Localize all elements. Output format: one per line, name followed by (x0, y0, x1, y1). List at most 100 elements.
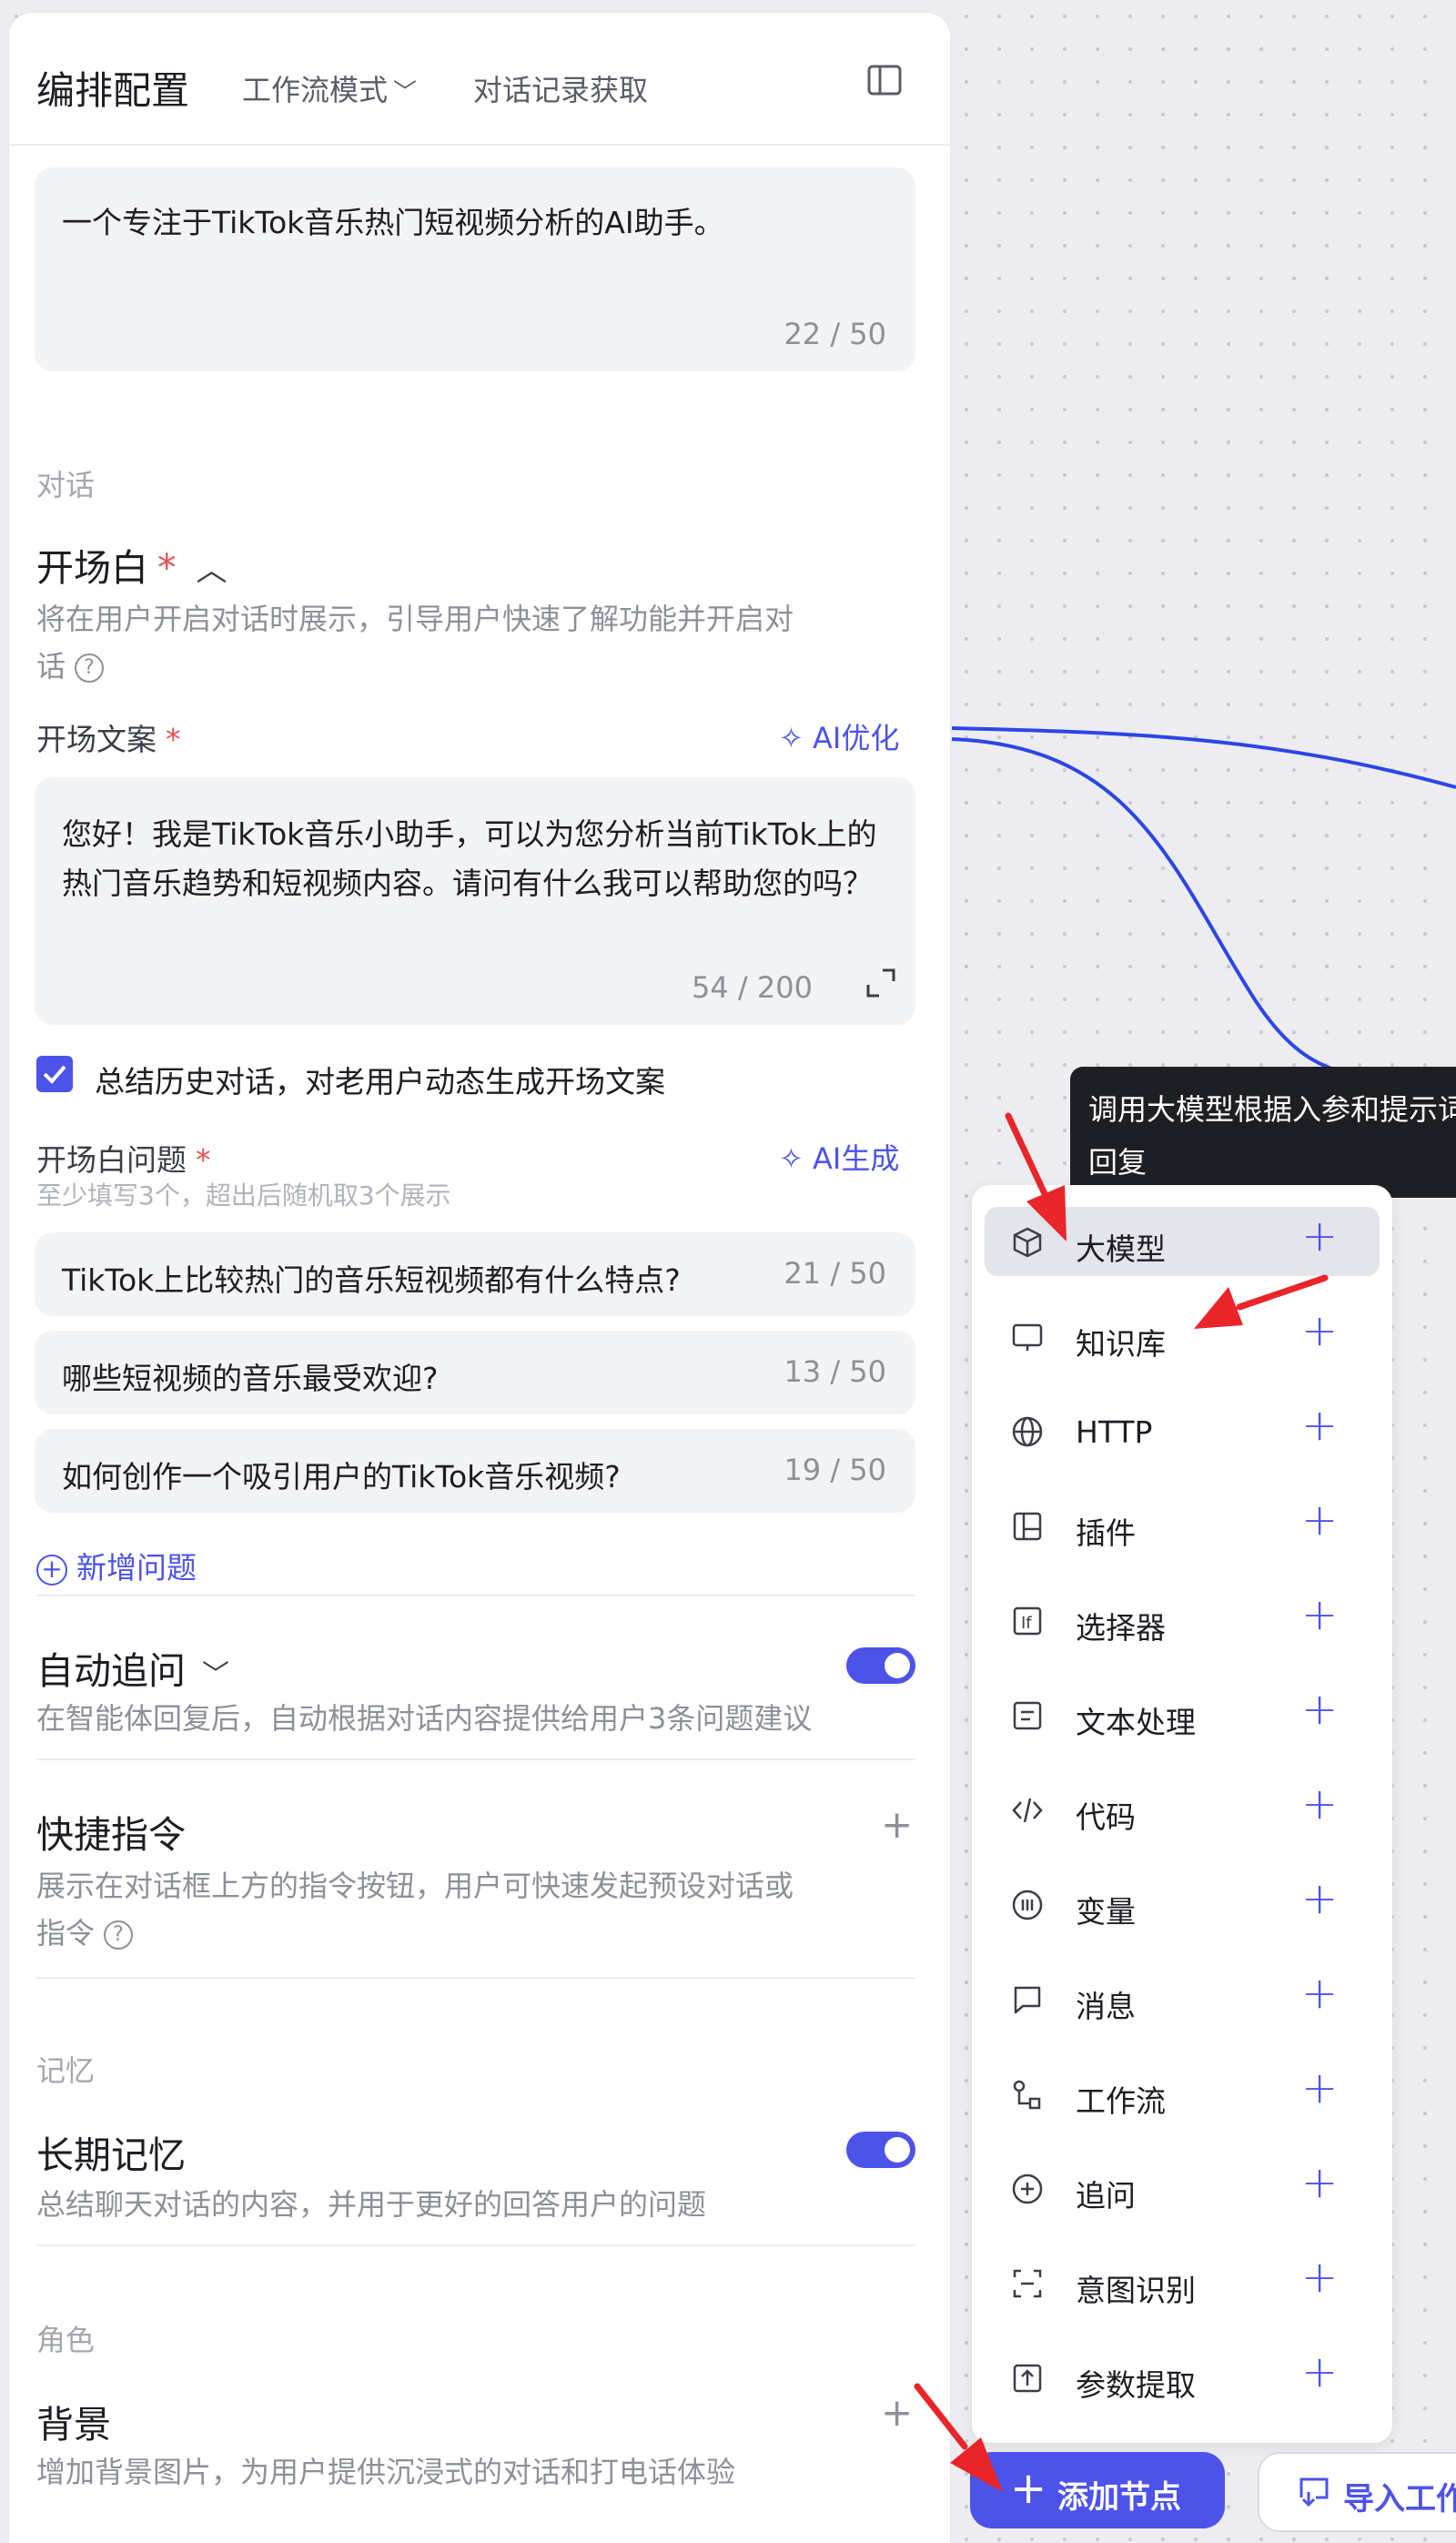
question-item[interactable]: 哪些短视频的音乐最受欢迎? 13 / 50 (35, 1331, 915, 1414)
node-item-plugin[interactable]: 插件 + (985, 1491, 1380, 1560)
auto-followup-title[interactable]: 自动追问 ﹀ (36, 1640, 229, 1695)
add-shortcut-icon[interactable]: + (881, 1802, 913, 1847)
node-item-llm[interactable]: 大模型 + (985, 1207, 1380, 1276)
node-item-label: 参数提取 (1076, 2367, 1196, 2403)
question-text: TikTok上比较热门的音乐短视频都有什么特点? (62, 1262, 681, 1298)
svg-text:If: If (1021, 1614, 1032, 1633)
add-question-label: 新增问题 (76, 1550, 197, 1586)
ai-generate-button[interactable]: ✧ AI生成 (779, 1136, 899, 1178)
workflow-mode-label: 工作流模式 (242, 73, 389, 107)
node-item-workflow[interactable]: 工作流 + (985, 2059, 1380, 2128)
shortcuts-desc-line1: 展示在对话框上方的指令按钮，用户可快速发起预设对话或 (36, 1869, 794, 1903)
plus-icon[interactable]: + (1301, 1400, 1338, 1451)
node-item-label: 插件 (1076, 1515, 1136, 1551)
monitor-icon (1012, 1323, 1043, 1351)
divider (36, 1977, 915, 1979)
node-item-followup[interactable]: 追问 + (985, 2153, 1380, 2223)
node-item-label: 消息 (1076, 1989, 1136, 2024)
question-text: 哪些短视频的音乐最受欢迎? (62, 1361, 439, 1396)
followup-icon (1012, 2173, 1043, 2204)
extract-icon (1013, 2364, 1042, 2393)
shortcuts-title: 快捷指令 (36, 1813, 186, 1857)
plus-icon[interactable]: + (1301, 2346, 1338, 2397)
ai-generate-label: AI生成 (812, 1141, 900, 1176)
node-item-http[interactable]: HTTP + (985, 1396, 1380, 1465)
panel-header: 编排配置 工作流模式 ﹀ 对话记录获取 (9, 13, 950, 146)
summary-checkbox[interactable] (36, 1056, 73, 1092)
opening-desc-line2: 话 (36, 649, 66, 684)
sparkle-icon: ✧ (779, 721, 813, 755)
long-term-memory-toggle[interactable] (846, 2132, 915, 2168)
ai-optimize-button[interactable]: ✧ AI优化 (779, 715, 899, 757)
plus-icon[interactable]: + (1301, 1684, 1338, 1735)
node-item-message[interactable]: 消息 + (985, 1964, 1380, 2033)
question-item[interactable]: TikTok上比较热门的音乐短视频都有什么特点? 21 / 50 (35, 1232, 915, 1316)
auto-followup-toggle[interactable] (846, 1647, 915, 1684)
globe-icon (1012, 1416, 1043, 1447)
welcome-text-field[interactable]: 您好！我是TikTok音乐小助手，可以为您分析当前TikTok上的热门音乐趋势和… (35, 777, 915, 1025)
node-item-label: 意图识别 (1076, 2273, 1196, 2308)
node-item-selector[interactable]: If 选择器 + (985, 1586, 1380, 1655)
plus-icon[interactable]: + (1301, 1873, 1338, 1924)
description-field[interactable]: 一个专注于TikTok音乐热门短视频分析的AI助手。 22 / 50 (35, 167, 915, 371)
node-item-label: 大模型 (1076, 1231, 1166, 1267)
add-node-button[interactable]: + 添加节点 (970, 2452, 1225, 2528)
add-question-button[interactable]: + 新增问题 (36, 1544, 197, 1587)
node-item-label: HTTP (1076, 1414, 1153, 1450)
sparkle-icon: ✧ (779, 1141, 813, 1176)
question-counter: 13 / 50 (784, 1354, 886, 1389)
node-item-label: 追问 (1076, 2178, 1136, 2214)
questions-label: 开场白问题 * (36, 1136, 211, 1180)
plus-icon[interactable]: + (1301, 2062, 1338, 2113)
chevron-down-icon: ﹀ (393, 79, 418, 106)
plus-icon[interactable]: + (1301, 1968, 1338, 2019)
import-workflow-button[interactable]: 导入工作流 (1258, 2452, 1456, 2532)
plus-icon[interactable]: + (1301, 2252, 1338, 2303)
node-item-label: 代码 (1076, 1799, 1136, 1835)
background-description: 增加背景图片，为用户提供沉浸式的对话和打电话体验 (36, 2455, 736, 2489)
plus-icon[interactable]: + (1301, 1778, 1338, 1829)
divider (36, 1758, 915, 1760)
help-icon[interactable]: ? (75, 653, 105, 683)
plus-icon[interactable]: + (1301, 1305, 1338, 1356)
section-memory: 记忆 (36, 2053, 96, 2088)
auto-followup-description: 在智能体回复后，自动根据对话内容提供给用户3条问题建议 (36, 1701, 813, 1736)
ai-optimize-label: AI优化 (812, 721, 900, 755)
opening-title[interactable]: 开场白 * ︿ (36, 537, 228, 592)
node-item-text-processing[interactable]: 文本处理 + (985, 1680, 1380, 1749)
plus-icon[interactable]: + (1301, 1494, 1338, 1545)
divider (36, 2244, 915, 2246)
chevron-up-icon[interactable]: ︿ (197, 552, 228, 589)
section-dialog: 对话 (36, 468, 96, 502)
import-icon (1299, 2477, 1329, 2508)
text-icon (1013, 1701, 1042, 1730)
import-workflow-label: 导入工作流 (1343, 2481, 1456, 2518)
plus-icon[interactable]: + (1301, 1589, 1338, 1640)
node-item-code[interactable]: 代码 + (985, 1775, 1380, 1844)
node-item-param-extract[interactable]: 参数提取 + (985, 2343, 1380, 2412)
opening-copy-label: 开场文案 * (36, 715, 181, 759)
required-mark: * (166, 722, 181, 757)
section-role: 角色 (36, 2323, 96, 2357)
node-item-variable[interactable]: 变量 + (985, 1869, 1380, 1939)
node-item-intent[interactable]: 意图识别 + (985, 2248, 1380, 2317)
chevron-down-icon[interactable]: ﹀ (202, 1659, 229, 1691)
history-fetch-tab[interactable]: 对话记录获取 (473, 67, 648, 109)
welcome-counter: 54 / 200 (692, 970, 813, 1005)
plus-icon[interactable]: + (1301, 1211, 1338, 1261)
auto-followup-title-text: 自动追问 (36, 1649, 186, 1693)
description-text: 一个专注于TikTok音乐热门短视频分析的AI助手。 (62, 205, 724, 240)
help-icon[interactable]: ? (104, 1920, 134, 1950)
node-item-knowledge[interactable]: 知识库 + (985, 1302, 1380, 1371)
long-term-memory-description: 总结聊天对话的内容，并用于更好的回答用户的问题 (36, 2187, 707, 2222)
questions-hint: 至少填写3个，超出后随机取3个展示 (36, 1180, 451, 1211)
question-item[interactable]: 如何创作一个吸引用户的TikTok音乐视频? 19 / 50 (35, 1429, 915, 1513)
workflow-mode-dropdown[interactable]: 工作流模式 ﹀ (242, 67, 417, 109)
cube-icon (1013, 1227, 1042, 1258)
summary-checkbox-label: 总结历史对话，对老用户动态生成开场文案 (95, 1064, 665, 1099)
plus-icon[interactable]: + (1301, 2157, 1338, 2208)
tooltip-line2: 回复 (1088, 1145, 1148, 1180)
layout-toggle-icon[interactable] (866, 62, 903, 98)
expand-icon[interactable] (864, 967, 897, 999)
add-background-icon[interactable]: + (881, 2390, 913, 2435)
